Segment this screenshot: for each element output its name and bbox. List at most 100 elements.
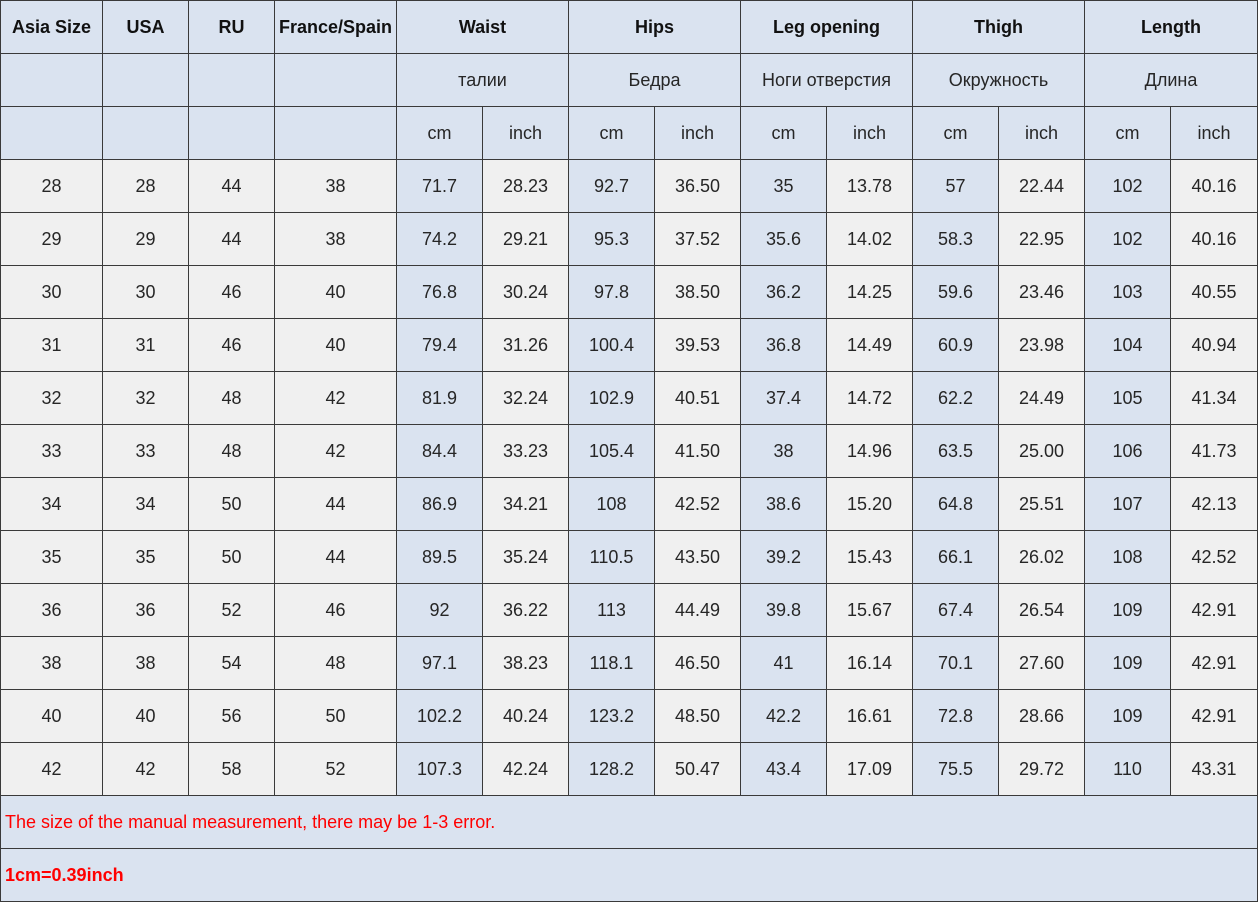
measurement-error-note: The size of the manual measurement, ther… <box>0 795 1258 849</box>
leg-opening-cm-cell: 36.8 <box>740 318 828 372</box>
hips-inch-cell: 37.52 <box>653 212 742 266</box>
waist-inch-cell: 33.23 <box>482 424 569 478</box>
table-row: 28 28 44 38 71.7 28.23 92.7 36.50 35 13.78 57 22.44… <box>0 159 1258 213</box>
france-spain-size-cell: 44 <box>274 477 397 531</box>
usa-size-cell: 35 <box>102 530 189 584</box>
france-spain-size-cell: 48 <box>274 636 397 690</box>
header-hips-ru: Бедра <box>567 53 742 107</box>
length-cm-cell: 108 <box>1084 530 1172 584</box>
waist-cm-cell: 81.9 <box>396 371 483 425</box>
table-row: 34 34 50 44 86.9 34.21 108 42.52 38.6 15.20 64.8 25… <box>0 477 1258 531</box>
length-cm-cell: 102 <box>1084 212 1172 266</box>
thigh-cm-cell: 59.6 <box>912 265 1000 319</box>
empty-header-cell <box>0 106 103 160</box>
hips-inch-cell: 36.50 <box>653 159 742 213</box>
ru-size-cell: 54 <box>188 636 275 690</box>
note-row: The size of the manual measurement, ther… <box>0 795 1258 849</box>
length-inch-cell: 42.91 <box>1170 636 1258 690</box>
ru-size-cell: 48 <box>188 371 275 425</box>
header-leg-opening: Leg opening <box>740 0 914 54</box>
length-cm-cell: 104 <box>1084 318 1172 372</box>
hips-inch-cell: 39.53 <box>653 318 742 372</box>
hips-cm-cell: 118.1 <box>568 636 655 690</box>
length-cm-cell: 110 <box>1084 742 1172 796</box>
thigh-inch-cell: 26.54 <box>998 583 1086 637</box>
table-row: 42 42 58 52 107.3 42.24 128.2 50.47 43.4 17.09 75.… <box>0 742 1258 796</box>
empty-header-cell <box>102 53 189 107</box>
leg-opening-inch-cell: 16.14 <box>826 636 914 690</box>
waist-cm-cell: 107.3 <box>396 742 483 796</box>
asia-size-cell: 30 <box>0 265 103 319</box>
length-inch-cell: 42.52 <box>1170 530 1258 584</box>
unit-inch: inch <box>998 106 1086 160</box>
waist-cm-cell: 89.5 <box>396 530 483 584</box>
header-usa: USA <box>102 0 189 54</box>
leg-opening-cm-cell: 37.4 <box>740 371 828 425</box>
waist-inch-cell: 29.21 <box>482 212 569 266</box>
waist-inch-cell: 32.24 <box>482 371 569 425</box>
header-france-spain: France/Spain <box>274 0 397 54</box>
thigh-inch-cell: 27.60 <box>998 636 1086 690</box>
thigh-cm-cell: 62.2 <box>912 371 1000 425</box>
hips-inch-cell: 44.49 <box>653 583 742 637</box>
waist-cm-cell: 92 <box>396 583 483 637</box>
empty-header-cell <box>188 106 275 160</box>
note-row: 1cm=0.39inch <box>0 848 1258 902</box>
hips-cm-cell: 105.4 <box>568 424 655 478</box>
size-rows: 28 28 44 38 71.7 28.23 92.7 36.50 35 13.78 57 22.44… <box>0 159 1258 796</box>
asia-size-cell: 29 <box>0 212 103 266</box>
unit-inch: inch <box>826 106 914 160</box>
header-hips: Hips <box>567 0 742 54</box>
usa-size-cell: 42 <box>102 742 189 796</box>
waist-inch-cell: 34.21 <box>482 477 569 531</box>
header-length: Length <box>1084 0 1258 54</box>
leg-opening-inch-cell: 15.20 <box>826 477 914 531</box>
hips-inch-cell: 41.50 <box>653 424 742 478</box>
unit-cm: cm <box>396 106 483 160</box>
waist-cm-cell: 86.9 <box>396 477 483 531</box>
asia-size-cell: 34 <box>0 477 103 531</box>
waist-inch-cell: 36.22 <box>482 583 569 637</box>
length-inch-cell: 41.34 <box>1170 371 1258 425</box>
length-inch-cell: 40.16 <box>1170 159 1258 213</box>
waist-inch-cell: 40.24 <box>482 689 569 743</box>
waist-cm-cell: 76.8 <box>396 265 483 319</box>
length-cm-cell: 105 <box>1084 371 1172 425</box>
france-spain-size-cell: 50 <box>274 689 397 743</box>
thigh-inch-cell: 22.95 <box>998 212 1086 266</box>
unit-inch: inch <box>653 106 742 160</box>
hips-inch-cell: 48.50 <box>653 689 742 743</box>
hips-cm-cell: 92.7 <box>568 159 655 213</box>
length-cm-cell: 106 <box>1084 424 1172 478</box>
usa-size-cell: 33 <box>102 424 189 478</box>
table-row: 36 36 52 46 92 36.22 113 44.49 39.8 15.67 67.4 26.5… <box>0 583 1258 637</box>
waist-inch-cell: 31.26 <box>482 318 569 372</box>
empty-header-cell <box>188 53 275 107</box>
thigh-cm-cell: 70.1 <box>912 636 1000 690</box>
hips-cm-cell: 97.8 <box>568 265 655 319</box>
table-row: 38 38 54 48 97.1 38.23 118.1 46.50 41 16.14 70.1 27… <box>0 636 1258 690</box>
length-inch-cell: 42.13 <box>1170 477 1258 531</box>
length-inch-cell: 42.91 <box>1170 689 1258 743</box>
asia-size-cell: 36 <box>0 583 103 637</box>
usa-size-cell: 29 <box>102 212 189 266</box>
length-cm-cell: 107 <box>1084 477 1172 531</box>
length-inch-cell: 43.31 <box>1170 742 1258 796</box>
usa-size-cell: 32 <box>102 371 189 425</box>
leg-opening-inch-cell: 14.49 <box>826 318 914 372</box>
header-length-ru: Длина <box>1084 53 1258 107</box>
leg-opening-cm-cell: 35 <box>740 159 828 213</box>
france-spain-size-cell: 42 <box>274 371 397 425</box>
ru-size-cell: 58 <box>188 742 275 796</box>
leg-opening-inch-cell: 15.67 <box>826 583 914 637</box>
thigh-inch-cell: 23.46 <box>998 265 1086 319</box>
hips-inch-cell: 50.47 <box>653 742 742 796</box>
unit-cm: cm <box>912 106 1000 160</box>
length-inch-cell: 41.73 <box>1170 424 1258 478</box>
table-row: 40 40 56 50 102.2 40.24 123.2 48.50 42.2 16.61 72.… <box>0 689 1258 743</box>
asia-size-cell: 40 <box>0 689 103 743</box>
hips-cm-cell: 95.3 <box>568 212 655 266</box>
thigh-inch-cell: 28.66 <box>998 689 1086 743</box>
header-thigh-ru: Окружность <box>912 53 1086 107</box>
hips-inch-cell: 38.50 <box>653 265 742 319</box>
